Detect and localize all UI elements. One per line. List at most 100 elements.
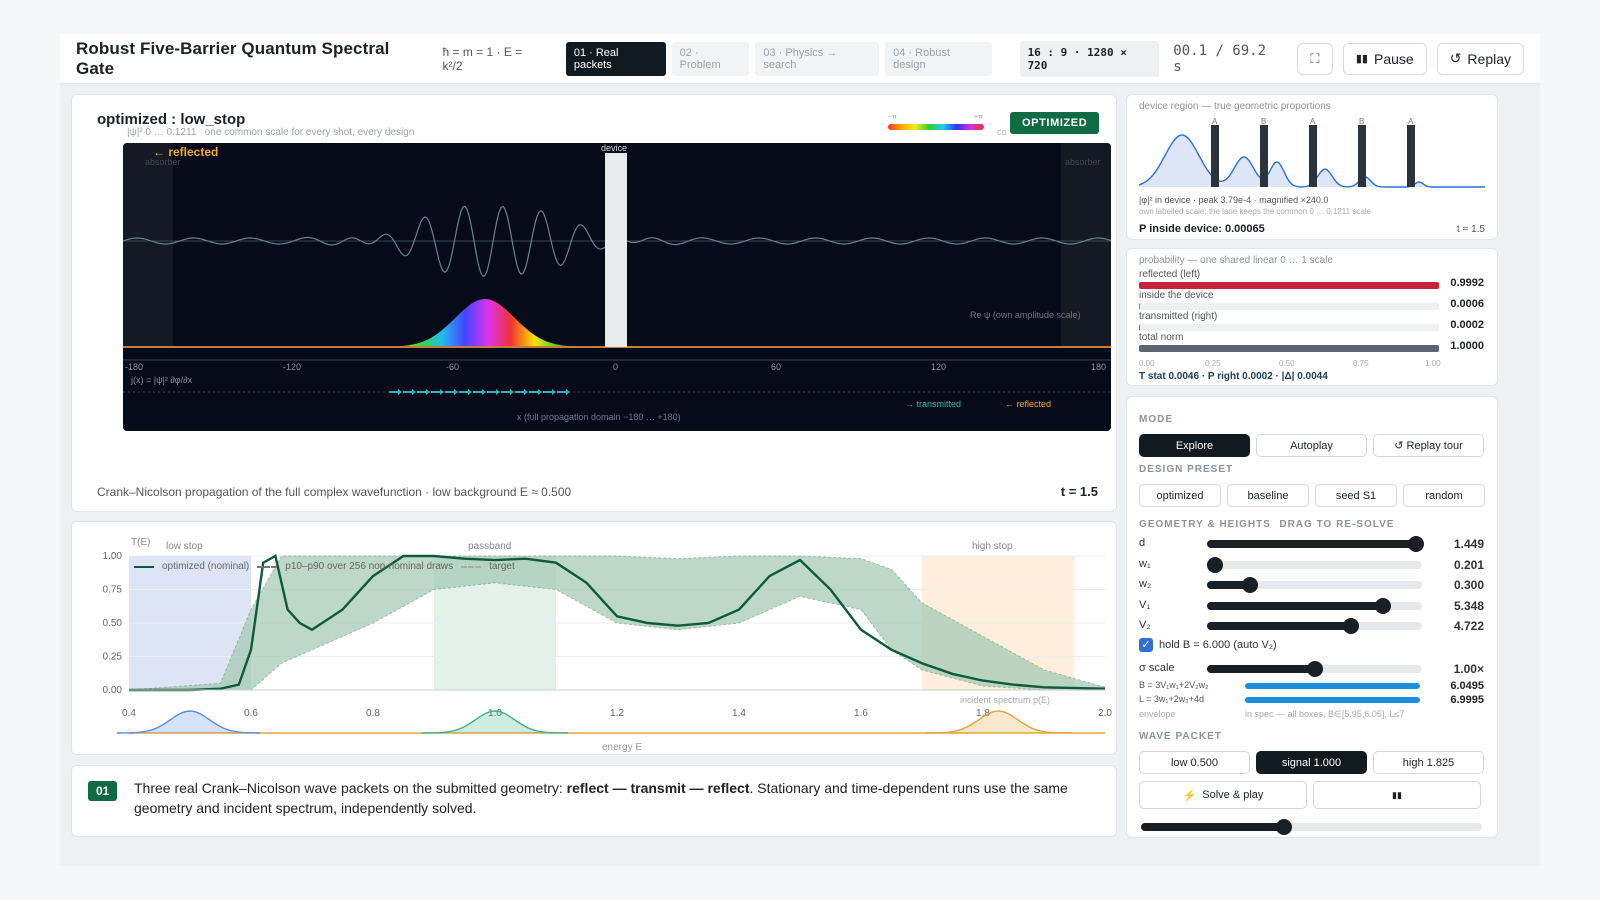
prob-row: inside the device 0.0006 [1139,290,1484,310]
current-arrowhead [468,389,472,395]
x-tick-label: 0.4 [122,708,136,719]
geometry-hint: DRAG TO RE-SOLVE [1279,519,1395,530]
l-value: 6.9995 [1450,694,1484,706]
packet-group: low 0.500 signal 1.000 high 1.825 [1139,751,1484,774]
current-arrowhead [482,389,486,395]
device-barrier [1407,125,1415,187]
prob-tick: 0.00 [1139,359,1155,368]
slider-knob[interactable] [1242,577,1258,593]
absorber-left [123,143,173,348]
narration-bold: reflect — transmit — reflect [566,780,750,796]
slider-0[interactable]: d 1.449 [1139,534,1484,554]
barrier-label: B [1261,117,1266,126]
slider-1[interactable]: w₁ 0.201 [1139,555,1484,575]
prob-row: reflected (left) 0.9992 [1139,269,1484,289]
slider-3[interactable]: V₁ 5.348 [1139,596,1484,616]
sim-subtitle: |ψ|² 0 … 0.1211 one common scale for eve… [127,127,414,138]
units-formula: ħ = m = 1 · E = k²/2 [442,44,523,73]
l-row: L = 3w₁+2w₂+4d 6.9995 [1139,694,1484,708]
slider-value: 5.348 [1453,598,1484,613]
l-equation: L = 3w₁+2w₂+4d [1139,694,1204,704]
slider-track[interactable] [1207,618,1422,634]
tab-real-packets[interactable]: 01 · Real packets [565,41,666,76]
preset-optimized[interactable]: optimized [1139,484,1221,507]
timeline-knob[interactable] [1276,819,1293,835]
geometry-label: GEOMETRY & HEIGHTS [1139,519,1271,530]
x-tick: 120 [931,362,947,372]
tab-physics-search[interactable]: 03 · Physics → search [755,41,880,76]
app-title: Robust Five-Barrier Quantum Spectral Gat… [76,38,390,78]
absorber-left-label: absorber [145,157,181,167]
mode-autoplay[interactable]: Autoplay [1256,434,1367,457]
slider-knob[interactable] [1343,618,1360,634]
slider-fill [1207,622,1352,630]
slider-value: 4.722 [1453,619,1484,633]
tab-robust-design[interactable]: 04 · Robust design [885,41,992,76]
slider-track[interactable] [1207,597,1422,614]
slider-fill [1207,601,1384,610]
tab-problem[interactable]: 02 · Problem [671,41,750,76]
packet-high[interactable]: high 1.825 [1373,751,1484,774]
device-barrier [1211,125,1219,187]
zone-label-low: low stop [166,541,203,552]
step-tabs: 01 · Real packets 02 · Problem 03 · Phys… [565,41,992,76]
packet-signal[interactable]: signal 1.000 [1256,751,1367,774]
barrier-label: A [1408,117,1414,126]
pause-button[interactable]: ▮▮ Pause [1342,42,1427,75]
device-barrier [605,153,627,347]
prob-stats: T stat 0.0046 · P right 0.0002 · |Δ| 0.0… [1139,371,1328,382]
spectrum-card: 0.00 0.25 0.50 0.75 1.00 0.4 0.6 0.8 1.0 1.2 1.4 1.… [71,521,1117,755]
incident-spectrum-fill [116,711,261,733]
device-barrier [1358,125,1366,187]
slider-4[interactable]: V₂ 4.722 [1139,616,1484,636]
legend-swatch-band [257,565,278,568]
packet-low[interactable]: low 0.500 [1139,751,1250,774]
current-arrowhead [398,389,402,395]
slider-knob[interactable] [1407,536,1424,552]
mode-explore[interactable]: Explore [1139,434,1250,457]
timeline-slider[interactable] [1141,819,1482,835]
geometry-header: GEOMETRY & HEIGHTS DRAG TO RE-SOLVE [1139,514,1394,532]
x-tick: 180 [1091,362,1107,372]
slider-knob[interactable] [1375,597,1392,614]
slider-track[interactable] [1207,556,1422,573]
preset-seed-s1[interactable]: seed S1 [1315,484,1397,507]
narration-text: Three real Crank–Nicolson wave packets o… [134,778,1104,818]
prob-fill [1139,303,1140,310]
preset-random[interactable]: random [1403,484,1485,507]
mode-replay-tour[interactable]: ↺ Replay tour [1373,434,1484,457]
sigma-knob[interactable] [1306,661,1323,677]
slider-knob[interactable] [1207,556,1223,573]
optimized-badge: OPTIMIZED [1010,112,1100,134]
hold-b-checkbox[interactable]: ✓ [1139,638,1153,652]
slider-track[interactable] [1207,536,1424,552]
sigma-scale-slider[interactable]: σ scale 1.00× [1139,659,1484,679]
sigma-track[interactable] [1207,661,1422,677]
replay-label: Replay [1467,50,1512,67]
prob-fill [1139,282,1439,289]
chart-ylabel: T(E) [131,537,151,548]
prob-tick: 0.50 [1279,359,1295,368]
prob-label: total norm [1139,332,1184,343]
sigma-value: 1.00× [1453,662,1484,676]
preset-label: DESIGN PRESET [1139,464,1234,475]
prob-label: inside the device [1139,290,1214,301]
replay-button[interactable]: ↺ Replay [1436,42,1525,75]
narration-card: 01 Three real Crank–Nicolson wave packet… [71,765,1117,837]
slider-2[interactable]: w₂ 0.300 [1139,575,1484,595]
preset-baseline[interactable]: baseline [1227,484,1309,507]
top-bar: Robust Five-Barrier Quantum Spectral Gat… [60,34,1540,84]
zone-label-pass: passband [468,541,512,552]
hold-b-label: hold B = 6.000 (auto V₂) [1159,639,1277,651]
incident-spectrum-fill [925,711,1072,733]
solve-play-button[interactable]: ⚡ Solve & play [1139,781,1307,809]
pause-sim-button[interactable]: ▮▮ [1313,781,1481,809]
slider-track[interactable] [1207,577,1422,593]
barrier-label: B [1359,117,1364,126]
prob-value: 0.9992 [1450,277,1484,289]
device-caption2: own labelled scale; the lane keeps the c… [1139,207,1371,216]
y-tick-label: 0.00 [103,685,123,696]
fullscreen-button[interactable]: ⛶ [1297,42,1333,75]
slider-name: w₁ [1139,557,1151,570]
colorbar-max: +π [974,114,983,121]
